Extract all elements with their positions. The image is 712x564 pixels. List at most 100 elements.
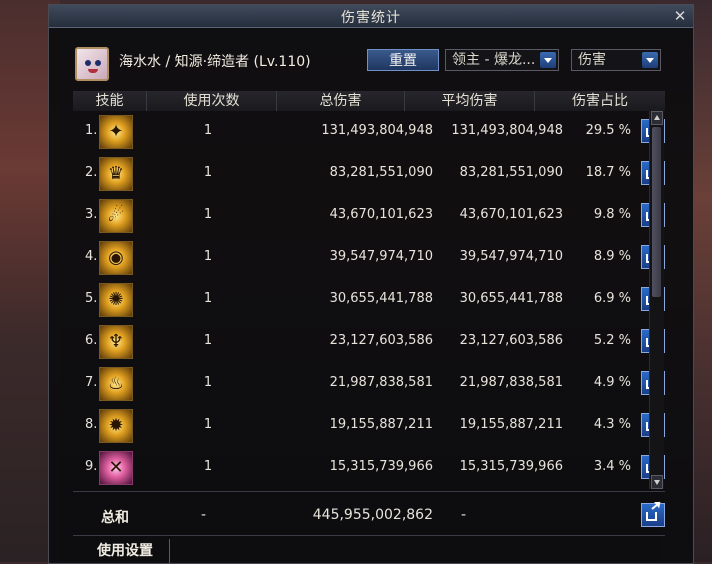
- skill-icon-5[interactable]: ✺: [99, 283, 133, 317]
- row-pct: 6.9 %: [593, 291, 631, 306]
- tab-usage-settings[interactable]: 使用设置: [81, 539, 170, 563]
- table-header: 技能 使用次数 总伤害 平均伤害 伤害占比: [73, 91, 665, 111]
- row-total: 30,655,441,788: [329, 291, 433, 306]
- portrait-mouth: [88, 69, 98, 73]
- portrait-eye-right: [95, 60, 101, 66]
- row-count: 1: [203, 375, 213, 390]
- row-pct: 9.8 %: [593, 207, 631, 222]
- skill-glyph: ◉: [108, 247, 124, 268]
- skill-icon-6[interactable]: ♆: [99, 325, 133, 359]
- skill-icon-8[interactable]: ✹: [99, 409, 133, 443]
- summary-row: 总和 - 445,955,002,862 -: [73, 495, 665, 535]
- row-pct: 18.7 %: [585, 165, 631, 180]
- summary-count: -: [201, 507, 207, 523]
- table-row: 9. ✕ 1 15,315,739,966 15,315,739,966 3.4 %: [73, 447, 665, 489]
- row-count: 1: [203, 291, 213, 306]
- row-index: 1.: [85, 123, 98, 138]
- table-row: 6. ♆ 1 23,127,603,586 23,127,603,586 5.2 %: [73, 321, 665, 363]
- skill-glyph: ✹: [108, 415, 124, 436]
- header-pct[interactable]: 伤害占比: [535, 91, 665, 111]
- chevron-down-icon[interactable]: [540, 52, 556, 68]
- row-avg: 15,315,739,966: [459, 459, 563, 474]
- summary-divider: [73, 491, 665, 492]
- row-total: 131,493,804,948: [321, 123, 433, 138]
- skill-glyph: ☄: [107, 205, 125, 226]
- window-titlebar[interactable]: 伤害统计 ✕: [49, 5, 693, 28]
- summary-avg: -: [461, 507, 467, 523]
- chevron-down-icon[interactable]: [642, 52, 658, 68]
- row-pct: 8.9 %: [593, 249, 631, 264]
- row-count: 1: [203, 333, 213, 348]
- table-row: 1. ✦ 1 131,493,804,948 131,493,804,948 29.5 %: [73, 111, 665, 153]
- row-avg: 43,670,101,623: [459, 207, 563, 222]
- share-arrow-icon: [651, 502, 660, 510]
- skill-icon-1[interactable]: ✦: [99, 115, 133, 149]
- row-total: 19,155,887,211: [329, 417, 433, 432]
- skill-glyph: ♛: [107, 163, 125, 184]
- header-count[interactable]: 使用次数: [147, 91, 277, 111]
- row-pct: 5.2 %: [593, 333, 631, 348]
- target-select[interactable]: 领主 - 爆龙...: [445, 49, 559, 71]
- row-index: 9.: [85, 459, 98, 474]
- metric-select-value: 伤害: [578, 52, 606, 68]
- row-pct: 4.3 %: [593, 417, 631, 432]
- scroll-thumb[interactable]: [652, 127, 661, 297]
- row-total: 15,315,739,966: [329, 459, 433, 474]
- portrait-eye-left: [85, 60, 91, 66]
- row-total: 23,127,603,586: [329, 333, 433, 348]
- row-count: 1: [203, 459, 213, 474]
- skill-glyph: ✦: [108, 121, 124, 142]
- skill-glyph: ✺: [108, 289, 124, 310]
- row-total: 83,281,551,090: [329, 165, 433, 180]
- table-row: 3. ☄ 1 43,670,101,623 43,670,101,623 9.8 %: [73, 195, 665, 237]
- close-icon[interactable]: ✕: [671, 7, 689, 25]
- row-avg: 23,127,603,586: [459, 333, 563, 348]
- skill-icon-4[interactable]: ◉: [99, 241, 133, 275]
- skill-glyph: ♨: [107, 373, 125, 394]
- skill-icon-3[interactable]: ☄: [99, 199, 133, 233]
- row-index: 2.: [85, 165, 98, 180]
- skill-glyph: ✕: [108, 457, 124, 478]
- summary-total: 445,955,002,862: [312, 507, 433, 523]
- header-skill[interactable]: 技能: [73, 91, 147, 111]
- row-count: 1: [203, 207, 213, 222]
- skill-icon-9[interactable]: ✕: [99, 451, 133, 485]
- row-index: 4.: [85, 249, 98, 264]
- scroll-up-icon[interactable]: [651, 111, 663, 125]
- skill-icon-7[interactable]: ♨: [99, 367, 133, 401]
- target-select-value: 领主 - 爆龙...: [452, 52, 536, 68]
- row-pct: 29.5 %: [585, 123, 631, 138]
- row-pct: 3.4 %: [593, 459, 631, 474]
- table-row: 7. ♨ 1 21,987,838,581 21,987,838,581 4.9 %: [73, 363, 665, 405]
- tab-divider: [73, 535, 665, 536]
- row-total: 21,987,838,581: [329, 375, 433, 390]
- table-row: 5. ✺ 1 30,655,441,788 30,655,441,788 6.9 %: [73, 279, 665, 321]
- window-title: 伤害统计: [341, 10, 401, 26]
- header-avg[interactable]: 平均伤害: [405, 91, 535, 111]
- character-name: 海水水 / 知源·缔造者 (Lv.110): [119, 54, 311, 70]
- share-icon: [646, 512, 657, 521]
- row-index: 7.: [85, 375, 98, 390]
- skill-icon-2[interactable]: ♛: [99, 157, 133, 191]
- table-row: 4. ◉ 1 39,547,974,710 39,547,974,710 8.9 %: [73, 237, 665, 279]
- row-avg: 131,493,804,948: [451, 123, 563, 138]
- row-avg: 39,547,974,710: [459, 249, 563, 264]
- metric-select[interactable]: 伤害: [571, 49, 661, 71]
- table-scrollbar[interactable]: [649, 111, 664, 489]
- row-index: 6.: [85, 333, 98, 348]
- row-index: 5.: [85, 291, 98, 306]
- summary-share-button[interactable]: [641, 502, 665, 527]
- row-total: 39,547,974,710: [329, 249, 433, 264]
- scroll-down-icon[interactable]: [651, 475, 663, 489]
- skill-glyph: ♆: [107, 331, 125, 352]
- row-count: 1: [203, 123, 213, 138]
- row-index: 3.: [85, 207, 98, 222]
- reset-button[interactable]: 重置: [367, 49, 439, 71]
- row-count: 1: [203, 417, 213, 432]
- row-avg: 21,987,838,581: [459, 375, 563, 390]
- row-avg: 19,155,887,211: [459, 417, 563, 432]
- summary-label: 总和: [101, 510, 129, 526]
- table-row: 8. ✹ 1 19,155,887,211 19,155,887,211 4.3 %: [73, 405, 665, 447]
- header-total[interactable]: 总伤害: [277, 91, 405, 111]
- row-count: 1: [203, 249, 213, 264]
